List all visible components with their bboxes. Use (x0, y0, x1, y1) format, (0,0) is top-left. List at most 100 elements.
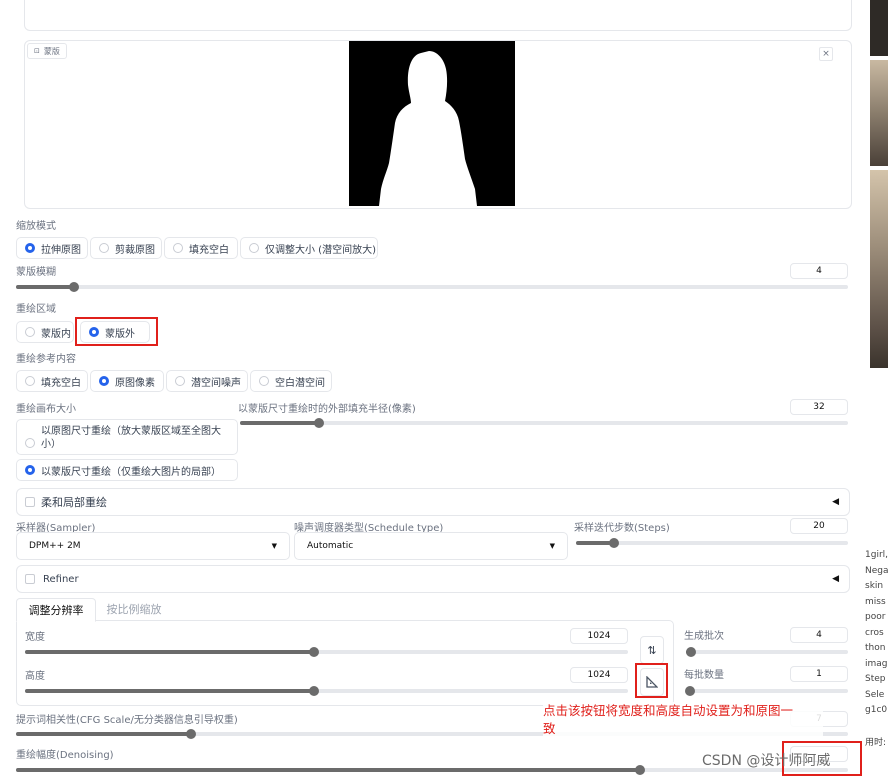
generation-info-line: 1girl, (865, 550, 888, 560)
padding-slider[interactable] (240, 418, 848, 428)
radio-icon (175, 376, 185, 386)
resize-option-fill[interactable]: 填充空白 (164, 237, 238, 259)
mask-image (349, 41, 515, 206)
resize-mode-label: 缩放模式 (16, 221, 56, 232)
mask-panel: ⊡ 蒙版 × (24, 40, 852, 209)
masked-content-latent-noise[interactable]: 潜空间噪声 (166, 370, 248, 392)
generation-info-line: Sele (865, 689, 885, 700)
resize-option-latent-upscale[interactable]: 仅调整大小 (潜空间放大) (240, 237, 378, 259)
mask-silhouette (379, 51, 477, 206)
denoise-label: 重绘幅度(Denoising) (16, 750, 114, 761)
masked-content-label: 重绘参考内容 (16, 354, 76, 365)
width-slider-fill (25, 650, 315, 654)
radio-icon (259, 376, 269, 386)
image-icon: ⊡ (34, 47, 40, 55)
radio-icon (173, 243, 183, 253)
inpaint-area-label: 重绘区域 (16, 304, 56, 315)
soft-inpaint-accordion[interactable]: 柔和局部重绘 ◀ (16, 488, 850, 516)
batch-size-label: 每批数量 (684, 670, 724, 681)
radio-icon (249, 243, 259, 253)
height-slider-fill (25, 689, 315, 693)
close-icon[interactable]: × (819, 47, 833, 61)
batch-count-slider[interactable] (685, 647, 848, 657)
collapse-arrow-icon[interactable]: ◀ (832, 497, 839, 507)
masked-content-original[interactable]: 原图像素 (90, 370, 164, 392)
watermark: CSDN @设计师阿威 (702, 753, 831, 769)
generation-info-line: g1c0 (865, 705, 888, 715)
radio-selected-icon (25, 465, 35, 475)
padding-slider-fill (240, 421, 320, 425)
radio-icon (25, 438, 35, 448)
generation-info-line: Nega (865, 565, 888, 576)
radio-selected-icon (25, 243, 35, 253)
cfg-slider-thumb[interactable] (185, 729, 196, 739)
top-panel-edge (24, 0, 852, 31)
width-input[interactable]: 1024 (570, 628, 628, 644)
steps-slider-thumb[interactable] (609, 538, 620, 548)
padding-slider-thumb[interactable] (314, 418, 325, 428)
refiner-accordion[interactable]: Refiner ◀ (16, 565, 850, 593)
masked-content-fill[interactable]: 填充空白 (16, 370, 88, 392)
height-label: 高度 (25, 671, 45, 682)
collapse-arrow-icon[interactable]: ◀ (832, 574, 839, 584)
generation-info-line: Step (865, 674, 886, 684)
mask-tag: ⊡ 蒙版 (27, 43, 67, 59)
soft-inpaint-checkbox[interactable] (25, 497, 35, 507)
generation-info-line: skin (865, 581, 884, 591)
inpaint-canvas-whole-picture[interactable]: 以原图尺寸重绘（放大蒙版区域至全图大小） (16, 419, 238, 455)
inpaint-canvas-label: 重绘画布大小 (16, 404, 76, 415)
batch-size-input[interactable]: 1 (790, 666, 848, 682)
resize-option-crop[interactable]: 剪裁原图 (90, 237, 162, 259)
cfg-label: 提示词相关性(CFG Scale/无分类器信息引导权重) (16, 715, 238, 726)
schedule-dropdown[interactable]: Automatic ▼ (294, 532, 568, 560)
tab-resize-by[interactable]: 按比例缩放 (98, 598, 170, 620)
generation-info-line: 用时: (865, 737, 887, 748)
generation-info-line: miss (865, 596, 886, 607)
swap-arrows-icon: ⇅ (647, 643, 657, 657)
denoise-slider-thumb[interactable] (635, 765, 645, 775)
generation-info-line: cros (865, 627, 884, 638)
width-slider[interactable] (25, 647, 628, 657)
mask-blur-slider[interactable] (16, 282, 848, 292)
width-label: 宽度 (25, 632, 45, 643)
highlight-box-auto-size (635, 663, 668, 698)
swap-dimensions-button[interactable]: ⇅ (640, 636, 664, 664)
generation-info-line: thon (865, 643, 886, 653)
batch-count-input[interactable]: 4 (790, 627, 848, 643)
radio-selected-icon (99, 376, 109, 386)
padding-label: 以蒙版尺寸重绘时的外部填充半径(像素) (238, 404, 416, 415)
padding-input[interactable]: 32 (790, 399, 848, 415)
steps-input[interactable]: 20 (790, 518, 848, 534)
batch-count-slider-thumb[interactable] (685, 647, 696, 657)
batch-size-slider-thumb[interactable] (685, 686, 695, 696)
highlight-box-inpaint-area (75, 317, 158, 346)
dropdown-caret-icon: ▼ (271, 542, 277, 550)
radio-icon (25, 327, 35, 337)
batch-count-label: 生成批次 (684, 631, 724, 642)
gallery-thumb-1 (870, 0, 888, 56)
height-input[interactable]: 1024 (570, 667, 628, 683)
steps-label: 采样迭代步数(Steps) (574, 523, 670, 534)
radio-icon (99, 243, 109, 253)
generation-info-line: imag (865, 658, 888, 669)
mask-blur-input[interactable]: 4 (790, 263, 848, 279)
radio-icon (25, 376, 35, 386)
cfg-slider-fill (16, 732, 191, 736)
mask-blur-slider-fill (16, 285, 75, 289)
steps-slider[interactable] (576, 538, 848, 548)
masked-content-latent-nothing[interactable]: 空白潜空间 (250, 370, 332, 392)
resize-option-stretch[interactable]: 拉伸原图 (16, 237, 88, 259)
inpaint-area-masked[interactable]: 蒙版内 (16, 321, 74, 343)
height-slider[interactable] (25, 686, 628, 696)
generation-info-line: poor (865, 612, 886, 622)
mask-blur-label: 蒙版模糊 (16, 267, 56, 278)
dropdown-caret-icon: ▼ (549, 542, 555, 550)
sampler-dropdown[interactable]: DPM++ 2M ▼ (16, 532, 290, 560)
mask-blur-slider-thumb[interactable] (69, 282, 80, 292)
denoise-slider-fill (16, 768, 640, 772)
inpaint-canvas-only-masked[interactable]: 以蒙版尺寸重绘（仅重绘大图片的局部） (16, 459, 238, 481)
tab-resize-to[interactable]: 调整分辨率 (16, 598, 96, 622)
batch-size-slider[interactable] (685, 686, 848, 696)
gallery-thumb-2 (870, 60, 888, 166)
refiner-checkbox[interactable] (25, 574, 35, 584)
